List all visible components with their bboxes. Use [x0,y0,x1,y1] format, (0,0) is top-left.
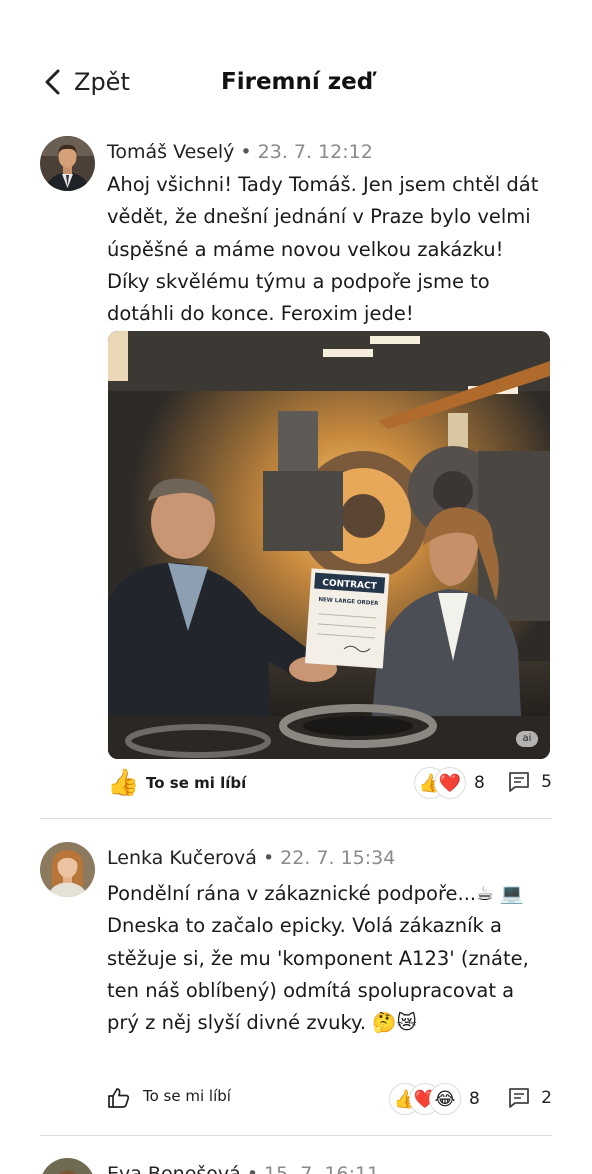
comments-button[interactable]: 2 [507,1086,552,1110]
like-button[interactable]: 👍 To se mi líbí [107,766,246,800]
post-card: Eva Benešová • 15. 7. 16:11 [40,1158,552,1174]
post-text: Pondělní rána v zákaznické podpoře...☕ 💻… [107,882,529,1035]
reaction-heart-icon: ❤️ [434,767,466,799]
avatar[interactable] [40,1158,95,1174]
back-label: Zpět [74,68,130,96]
page-title: Firemní zeď [221,69,374,95]
ai-badge: ai [516,731,538,747]
author-name[interactable]: Tomáš Veselý [107,141,234,163]
like-label: To se mi líbí [146,774,247,792]
like-button[interactable]: To se mi líbí [107,1082,231,1110]
comment-count: 2 [541,1088,552,1108]
post-card: Lenka Kučerová • 22. 7. 15:34 Pondělní rán… [40,842,552,1122]
back-button[interactable]: Zpět [42,68,130,96]
reaction-count: 8 [469,1089,480,1109]
post-actions: 👍 To se mi líbí 👍 ❤️ 8 5 [107,766,552,800]
post-divider [40,1135,552,1136]
reaction-count: 8 [474,773,485,793]
comment-icon [509,772,530,792]
comments-button[interactable]: 5 [507,770,552,794]
post-text: Ahoj všichni! Tady Tomáš. Jen jsem chtěl… [107,173,539,326]
post-actions: To se mi líbí 👍 ❤️ 😂 8 2 [107,1082,552,1116]
post-time: 22. 7. 15:34 [280,847,396,869]
post-time: 15. 7. 16:11 [264,1163,380,1174]
author-name[interactable]: Lenka Kučerová [107,847,257,869]
app-header: Zpět Firemní zeď [0,58,592,110]
post-image[interactable]: CONTRACT NEW LARGE ORDER ai [108,331,550,759]
reaction-laugh-icon: 😂 [429,1083,461,1115]
author-name[interactable]: Eva Benešová [107,1163,241,1174]
post-meta: Tomáš Veselý • 23. 7. 12:12 [107,141,373,163]
comment-icon [509,1088,530,1108]
thumbs-up-outline-icon [108,1088,130,1108]
thumbs-up-icon: 👍 [107,768,140,798]
reactions-summary[interactable]: 👍 ❤️ 😂 8 [389,1083,480,1115]
reactions-summary[interactable]: 👍 ❤️ 8 [414,767,485,799]
avatar[interactable] [40,842,95,897]
avatar[interactable] [40,136,95,191]
post-card: Tomáš Veselý • 23. 7. 12:12 Ahoj všichni! … [40,136,552,799]
post-meta: Eva Benešová • 15. 7. 16:11 [107,1163,379,1174]
post-time: 23. 7. 12:12 [257,141,373,163]
post-divider [40,818,552,819]
post-meta: Lenka Kučerová • 22. 7. 15:34 [107,847,396,869]
comment-count: 5 [541,772,552,792]
like-label: To se mi líbí [143,1087,231,1105]
chevron-left-icon [45,69,60,95]
